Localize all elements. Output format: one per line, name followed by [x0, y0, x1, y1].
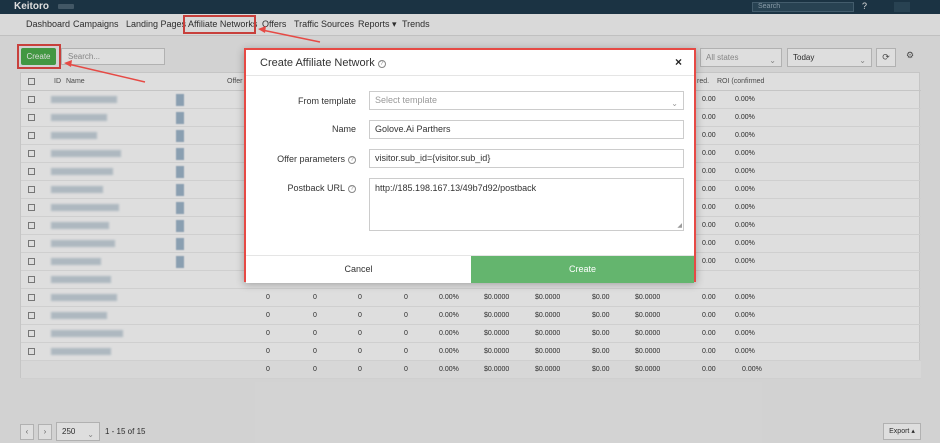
resize-handle-icon[interactable]: ◢	[677, 222, 682, 229]
dialog-create-button[interactable]: Create	[471, 256, 694, 283]
offer-parameters-input[interactable]: visitor.sub_id={visitor.sub_id}	[369, 149, 684, 168]
info-icon[interactable]: ?	[348, 185, 356, 193]
dialog-header: Create Affiliate Network? ×	[246, 50, 694, 76]
template-select[interactable]: Select template ⌄	[369, 91, 684, 110]
dialog-footer: Cancel Create	[246, 255, 694, 283]
offer-parameters-label-text: Offer parameters	[277, 154, 345, 164]
info-icon[interactable]: ?	[348, 156, 356, 164]
template-select-placeholder: Select template	[375, 95, 438, 105]
create-affiliate-network-dialog: Create Affiliate Network? × From templat…	[244, 48, 696, 283]
name-input[interactable]: Golove.Ai Parthers	[369, 120, 684, 139]
dialog-title: Create Affiliate Network?	[260, 57, 386, 69]
name-label: Name	[331, 124, 356, 134]
postback-url-value: http://185.198.167.13/49b7d92/postback	[375, 183, 537, 193]
chevron-down-icon: ⌄	[671, 99, 678, 108]
postback-url-textarea[interactable]: http://185.198.167.13/49b7d92/postback ◢	[369, 178, 684, 231]
offer-parameters-label: Offer parameters?	[277, 154, 356, 164]
from-template-label: From template	[297, 96, 356, 106]
postback-url-label-text: Postback URL	[287, 183, 345, 193]
dialog-title-text: Create Affiliate Network	[260, 57, 375, 69]
close-icon[interactable]: ×	[675, 55, 682, 69]
postback-url-label: Postback URL?	[287, 183, 356, 193]
info-icon[interactable]: ?	[377, 60, 386, 68]
cancel-button[interactable]: Cancel	[246, 256, 471, 283]
